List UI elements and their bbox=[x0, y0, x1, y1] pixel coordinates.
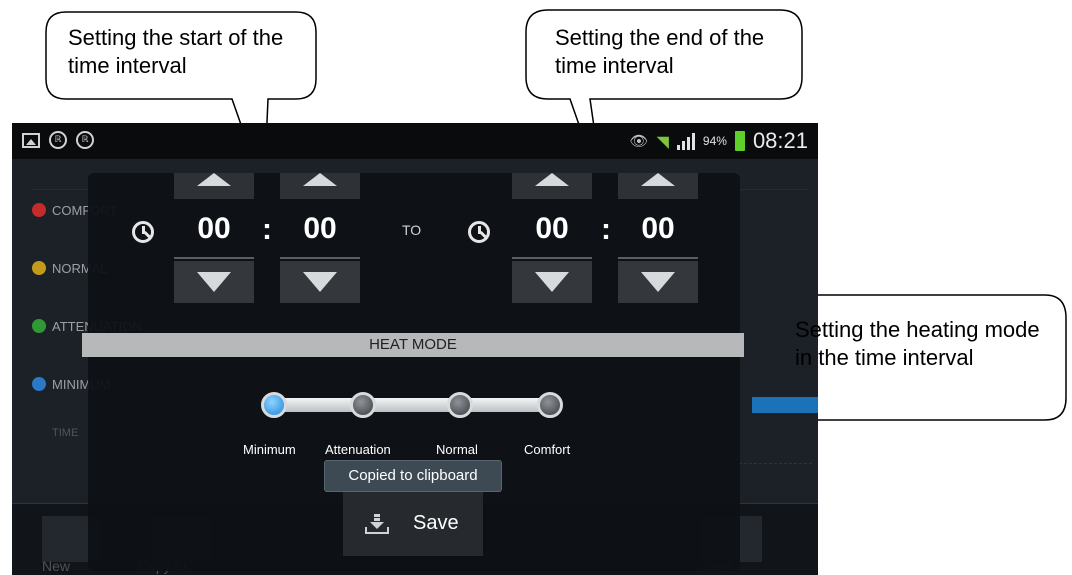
start-minutes-value[interactable]: 00 bbox=[280, 203, 360, 255]
mode-label-normal: Normal bbox=[436, 442, 478, 457]
mode-knob-minimum[interactable] bbox=[261, 392, 287, 418]
mode-knob-comfort[interactable] bbox=[537, 392, 563, 418]
time-axis-label: TIME bbox=[52, 427, 79, 439]
new-label: New bbox=[42, 558, 71, 574]
gallery-icon bbox=[22, 133, 40, 148]
start-minutes-down-button[interactable] bbox=[280, 261, 360, 303]
schedule-bar bbox=[752, 397, 818, 413]
smart-stay-icon: 👁 bbox=[629, 132, 649, 150]
end-hours-value[interactable]: 00 bbox=[512, 203, 592, 255]
wifi-icon: ◥ bbox=[656, 131, 669, 151]
to-label: TO bbox=[402, 222, 422, 238]
heat-mode-slider-track[interactable] bbox=[276, 398, 548, 412]
end-minutes-down-button[interactable] bbox=[618, 261, 698, 303]
start-minutes-up-button[interactable] bbox=[280, 173, 360, 199]
battery-percent: 94% bbox=[702, 134, 727, 148]
end-hours-down-button[interactable] bbox=[512, 261, 592, 303]
mode-label-attenuation: Attenuation bbox=[325, 442, 391, 457]
save-label: Save bbox=[413, 512, 459, 534]
mode-knob-attenuation[interactable] bbox=[350, 392, 376, 418]
signal-icon bbox=[676, 132, 695, 150]
time-separator: : bbox=[262, 213, 272, 246]
start-clock-icon bbox=[132, 221, 154, 243]
download-icon bbox=[365, 514, 389, 534]
minimum-dot bbox=[32, 377, 46, 391]
status-clock: 08:21 bbox=[752, 128, 808, 153]
notification-icon: ℝ bbox=[49, 131, 67, 149]
save-button[interactable]: Save bbox=[343, 492, 483, 556]
end-hours-up-button[interactable] bbox=[512, 173, 592, 199]
callout-start-text: Setting the start of the time interval bbox=[68, 25, 284, 78]
battery-icon bbox=[734, 131, 745, 151]
attenuation-dot bbox=[32, 319, 46, 333]
comfort-dot bbox=[32, 203, 46, 217]
mode-label-minimum: Minimum bbox=[243, 442, 296, 457]
clipboard-toast: Copied to clipboard bbox=[324, 460, 502, 492]
callout-end-text: Setting the end of the time interval bbox=[555, 25, 765, 78]
heat-mode-header: HEAT MODE bbox=[82, 333, 744, 357]
callout-heating-text: Setting the heating mode in the time int… bbox=[795, 317, 1040, 370]
notification-icon: ℝ bbox=[76, 131, 94, 149]
end-clock-icon bbox=[468, 221, 490, 243]
start-hours-down-button[interactable] bbox=[174, 261, 254, 303]
end-minutes-value[interactable]: 00 bbox=[618, 203, 698, 255]
normal-dot bbox=[32, 261, 46, 275]
start-hours-value[interactable]: 00 bbox=[174, 203, 254, 255]
mode-label-comfort: Comfort bbox=[524, 442, 571, 457]
time-separator: : bbox=[601, 213, 611, 246]
mode-knob-normal[interactable] bbox=[447, 392, 473, 418]
status-bar: ℝ ℝ 👁 ◥ 94% 08:21 bbox=[12, 123, 818, 159]
start-hours-up-button[interactable] bbox=[174, 173, 254, 199]
end-minutes-up-button[interactable] bbox=[618, 173, 698, 199]
